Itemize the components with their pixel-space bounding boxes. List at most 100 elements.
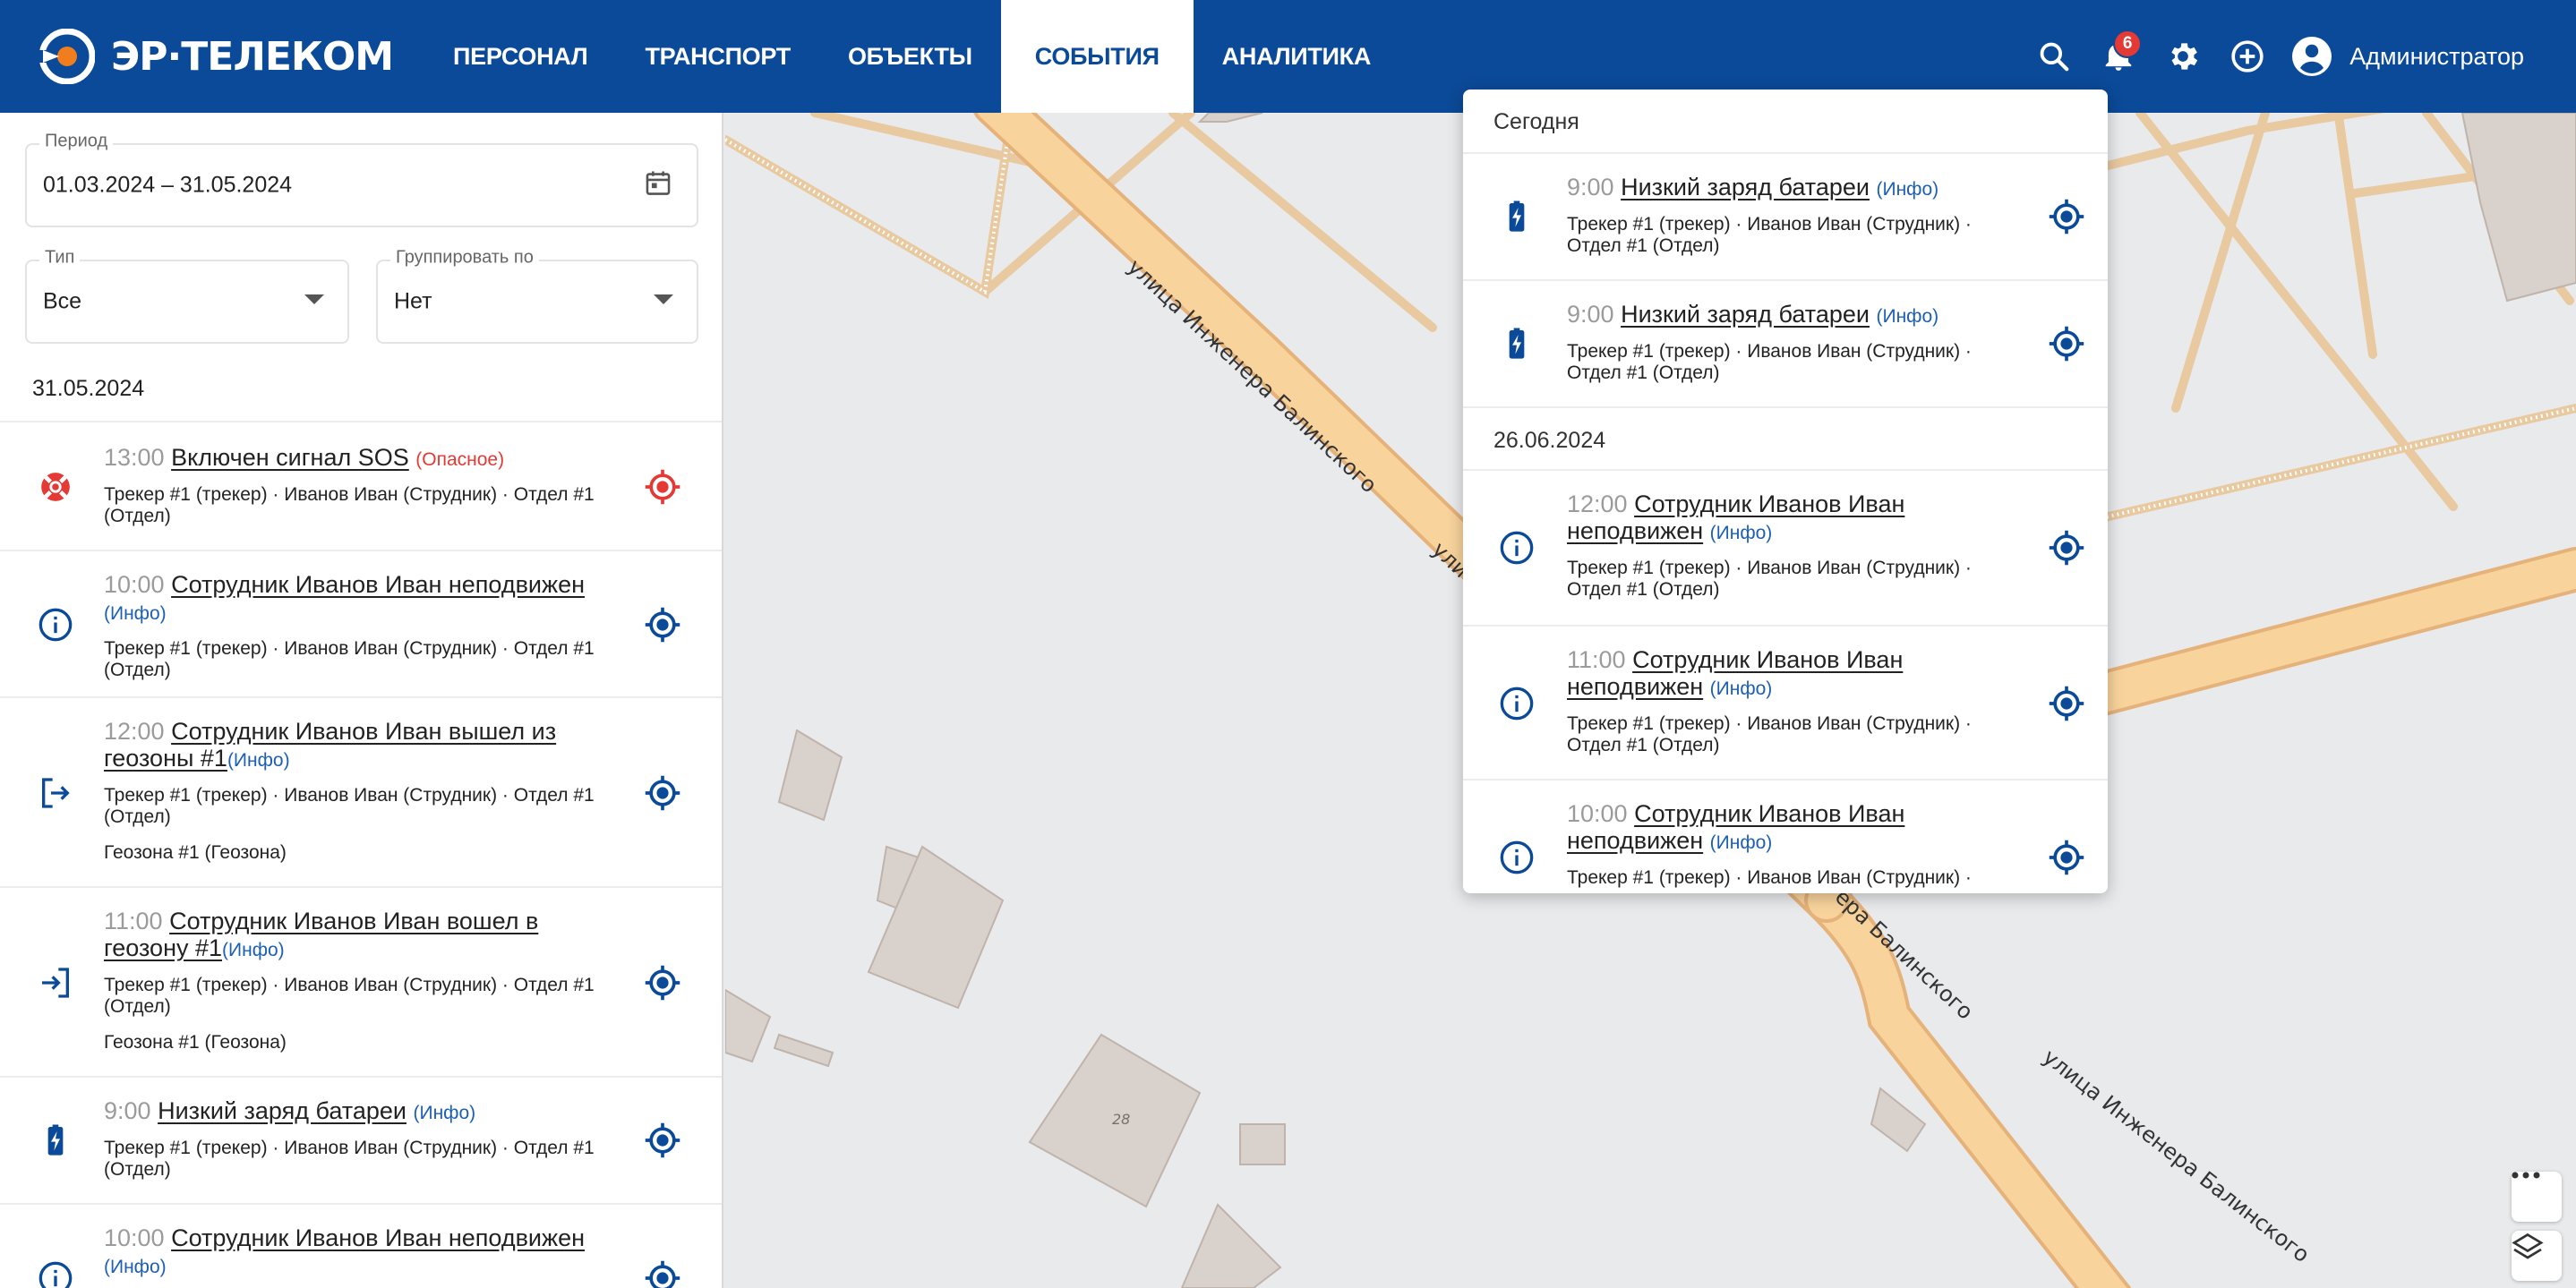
type-label: Тип [39,247,81,269]
period-field[interactable]: Период 01.03.2024 – 31.05.2024 [25,131,698,227]
event-severity: (Инфо) [104,603,167,624]
battery-charging-icon [1497,324,1536,363]
chevron-down-icon [654,294,673,310]
locate-on-map-icon[interactable] [2045,526,2088,569]
period-value: 01.03.2024 – 31.05.2024 [43,172,293,198]
calendar-icon[interactable] [643,168,673,203]
locate-on-map-icon[interactable] [2045,836,2088,879]
sos-lifebuoy-icon [36,467,75,507]
brand-logo[interactable]: ЭР·ТЕЛЕКОМ [39,27,394,86]
event-severity: (Инфо) [104,1257,167,1277]
notification-name-link[interactable]: Низкий заряд батареи [1621,174,1870,200]
locate-on-map-icon[interactable] [641,603,684,646]
event-name-link[interactable]: Сотрудник Иванов Иван вышел из геозоны #… [104,718,556,772]
locate-on-map-icon[interactable] [641,465,684,508]
notification-item[interactable]: 9:00 Низкий заряд батареи (Инфо) Трекер … [1463,152,2108,279]
event-time: 10:00 [104,1224,165,1251]
info-icon [1497,528,1536,567]
event-severity: (Инфо) [227,750,290,771]
info-icon [36,1258,75,1288]
event-row[interactable]: 9:00 Низкий заряд батареи (Инфо) Трекер … [0,1076,722,1203]
search-icon[interactable] [2022,24,2086,89]
notification-body: 10:00 Сотрудник Иванов Иван неподвижен (… [1567,800,2004,889]
event-body: 13:00 Включен сигнал SOS (Опасное) Треке… [104,444,607,527]
notification-item[interactable]: 11:00 Сотрудник Иванов Иван неподвижен (… [1463,625,2108,779]
tab-analytics[interactable]: АНАЛИТИКА [1194,0,1399,113]
notification-meta: Трекер #1 (трекер) · Иванов Иван (Струдн… [1567,558,1972,600]
group-by-select[interactable]: Группировать по Нет [376,247,698,344]
notification-item[interactable]: 10:00 Сотрудник Иванов Иван неподвижен (… [1463,779,2108,893]
locate-on-map-icon[interactable] [641,961,684,1004]
event-geozone: Геозона #1 (Геозона) [104,1032,287,1053]
locate-on-map-icon[interactable] [2045,195,2088,238]
add-circle-icon[interactable] [2215,24,2280,89]
notification-item[interactable]: 12:00 Сотрудник Иванов Иван неподвижен (… [1463,471,2108,625]
event-name-link[interactable]: Сотрудник Иванов Иван неподвижен [171,1224,585,1251]
event-name-link[interactable]: Низкий заряд батареи [158,1097,407,1124]
period-label: Период [39,131,114,152]
notifications-group-date: Сегодня [1493,109,1579,134]
notification-time: 11:00 [1567,646,1626,673]
street-label: улица Инженера Балинского [1123,254,1382,498]
event-row[interactable]: 12:00 Сотрудник Иванов Иван вышел из гео… [0,696,722,886]
event-row[interactable]: 10:00 Сотрудник Иванов Иван неподвижен (… [0,1203,722,1288]
event-row[interactable]: 10:00 Сотрудник Иванов Иван неподвижен (… [0,550,722,696]
notifications-dropdown: Сегодня 9:00 Низкий заряд батареи (Инфо)… [1463,90,2108,893]
tab-events[interactable]: СОБЫТИЯ [1000,0,1194,113]
notification-time: 9:00 [1567,174,1614,200]
event-meta: Трекер #1 (трекер) · Иванов Иван (Струдн… [104,484,595,526]
notification-meta: Трекер #1 (трекер) · Иванов Иван (Струдн… [1567,214,1972,256]
locate-on-map-icon[interactable] [2045,682,2088,725]
locate-on-map-icon[interactable] [2045,322,2088,365]
info-icon [1497,684,1536,723]
layers-icon[interactable] [2512,1231,2562,1281]
info-icon [1497,838,1536,877]
event-time: 10:00 [104,571,165,598]
notification-severity: (Инфо) [1709,832,1773,853]
notification-badge: 6 [2113,30,2143,58]
event-meta: Трекер #1 (трекер) · Иванов Иван (Струдн… [104,638,595,680]
login-icon [36,963,75,1002]
notification-time: 12:00 [1567,490,1628,517]
notification-name-link[interactable]: Низкий заряд батареи [1621,301,1870,328]
gear-icon[interactable] [2151,24,2215,89]
tab-transport[interactable]: ТРАНСПОРТ [616,0,818,113]
event-body: 12:00 Сотрудник Иванов Иван вышел из гео… [104,718,607,864]
tab-objects[interactable]: ОБЪЕКТЫ [819,0,1001,113]
user-menu[interactable]: Администратор [2290,35,2524,78]
event-row[interactable]: 11:00 Сотрудник Иванов Иван вошел в геоз… [0,886,722,1076]
locate-on-map-icon[interactable] [641,1119,684,1162]
tab-personnel[interactable]: ПЕРСОНАЛ [424,0,616,113]
notification-severity: (Инфо) [1709,523,1773,543]
notification-meta: Трекер #1 (трекер) · Иванов Иван (Струдн… [1567,867,1972,888]
group-by-value: Нет [394,288,432,314]
event-meta: Трекер #1 (трекер) · Иванов Иван (Струдн… [104,975,595,1017]
notification-body: 11:00 Сотрудник Иванов Иван неподвижен (… [1567,646,2004,756]
account-icon [2292,37,2332,76]
notification-body: 9:00 Низкий заряд батареи (Инфо) Трекер … [1567,174,2004,257]
event-name-link[interactable]: Сотрудник Иванов Иван неподвижен [171,571,585,598]
top-app-bar: ЭР·ТЕЛЕКОМ ПЕРСОНАЛ ТРАНСПОРТ ОБЪЕКТЫ СО… [0,0,2576,113]
notifications-group-date: 26.06.2024 [1493,428,1606,453]
type-select[interactable]: Тип Все [25,247,349,344]
logout-icon [36,773,75,813]
event-row[interactable]: 13:00 Включен сигнал SOS (Опасное) Треке… [0,421,722,550]
locate-on-map-icon[interactable] [641,1257,684,1288]
notification-item[interactable]: 9:00 Низкий заряд батареи (Инфо) Трекер … [1463,279,2108,406]
event-name-link[interactable]: Включен сигнал SOS [171,444,409,471]
event-geozone: Геозона #1 (Геозона) [104,842,287,863]
info-icon [36,605,75,644]
bell-icon[interactable]: 6 [2086,24,2151,89]
event-severity: (Опасное) [415,449,505,470]
event-severity: (Инфо) [413,1103,476,1123]
event-time: 11:00 [104,908,163,934]
event-time: 12:00 [104,718,165,745]
events-panel: Период 01.03.2024 – 31.05.2024 Тип Все Г… [0,113,723,1288]
event-name-link[interactable]: Сотрудник Иванов Иван вошел в геозону #1 [104,908,538,961]
event-body: 10:00 Сотрудник Иванов Иван неподвижен (… [104,1224,607,1281]
more-icon[interactable] [2512,1172,2562,1222]
event-time: 9:00 [104,1097,151,1124]
event-body: 9:00 Низкий заряд батареи (Инфо) Трекер … [104,1097,607,1181]
locate-on-map-icon[interactable] [641,772,684,815]
main-nav: ПЕРСОНАЛ ТРАНСПОРТ ОБЪЕКТЫ СОБЫТИЯ АНАЛИ… [424,0,1399,113]
